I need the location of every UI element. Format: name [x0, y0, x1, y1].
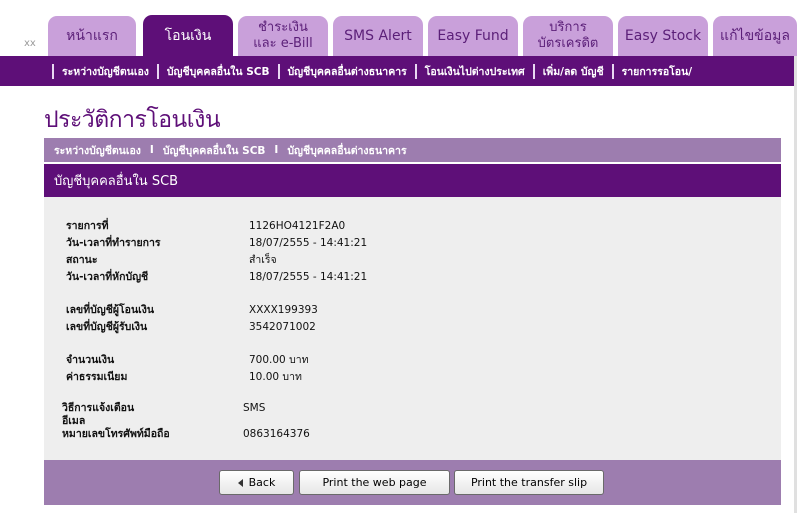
txn-datetime-label: วัน-เวลาที่ทำรายการ	[66, 237, 161, 249]
breadcrumb-own-accounts[interactable]: ระหว่างบัญชีตนเอง	[54, 142, 141, 159]
subnav-own-accounts[interactable]: ระหว่างบัญชีตนเอง	[54, 63, 157, 80]
amount-value: 700.00	[249, 354, 286, 366]
print-page-button[interactable]: Print the web page	[299, 470, 450, 495]
section-title: บัญชีบุคคลอื่นใน SCB	[44, 164, 781, 197]
tab-transfer[interactable]: โอนเงิน	[143, 15, 233, 57]
fee-unit: บาท	[282, 371, 302, 383]
phone-value: 0863164376	[243, 428, 310, 440]
back-button-label: Back	[248, 476, 276, 489]
from-account-label: เลขที่บัญชีผู้โอนเงิน	[66, 304, 155, 316]
breadcrumb-separator: I	[149, 144, 154, 156]
corner-label: xx	[24, 38, 36, 49]
tab-credit-card[interactable]: บริการ บัตรเครดิต	[523, 16, 613, 56]
action-bar: Back Print the web page Print the transf…	[44, 460, 781, 505]
subnav-other-scb[interactable]: บัญชีบุคคลอื่นใน SCB	[159, 63, 278, 80]
breadcrumb-other-scb[interactable]: บัญชีบุคคลอื่นใน SCB	[163, 142, 266, 159]
tab-sms-alert[interactable]: SMS Alert	[333, 16, 423, 56]
breadcrumb: ระหว่างบัญชีตนเอง I บัญชีบุคคลอื่นใน SCB…	[44, 138, 781, 162]
tab-credit-card-line1: บริการ	[549, 20, 587, 35]
back-arrow-icon	[237, 478, 243, 487]
back-button[interactable]: Back	[219, 470, 294, 495]
txn-id-value: 1126HO4121F2A0	[249, 220, 346, 232]
tab-home-label: หน้าแรก	[66, 28, 118, 44]
tab-payment-ebill-label: ชำระเงิน และ e-Bill	[253, 20, 312, 52]
page-title: ประวัติการโอนเงิน	[44, 107, 221, 133]
debit-datetime-label: วัน-เวลาที่หักบัญชี	[66, 271, 149, 283]
tab-payment-ebill-line2: และ e-Bill	[253, 36, 313, 51]
phone-label: หมายเลขโทรศัพท์มือถือ	[62, 428, 170, 440]
status-value: สำเร็จ	[249, 254, 277, 266]
print-slip-button[interactable]: Print the transfer slip	[454, 470, 604, 495]
to-account-label: เลขที่บัญชีผู้รับเงิน	[66, 321, 148, 333]
tab-easy-fund-label: Easy Fund	[437, 28, 509, 44]
tab-edit-profile-label: แก้ไขข้อมูล	[720, 28, 790, 44]
tab-payment-ebill[interactable]: ชำระเงิน และ e-Bill	[238, 16, 328, 56]
transfer-details-panel: รายการที่ 1126HO4121F2A0 วัน-เวลาที่ทำรา…	[44, 197, 781, 460]
notify-method-value: SMS	[243, 402, 266, 414]
txn-id-label: รายการที่	[66, 220, 109, 232]
print-page-button-label: Print the web page	[322, 476, 427, 489]
fee-value: 10.00	[249, 371, 280, 383]
from-account-value: XXXX199393	[249, 304, 318, 316]
tab-easy-stock-label: Easy Stock	[624, 28, 702, 44]
status-label: สถานะ	[66, 254, 98, 266]
tab-sms-alert-label: SMS Alert	[344, 28, 412, 44]
subnav-add-remove-account[interactable]: เพิ่ม/ลด บัญชี	[535, 63, 612, 80]
amount-field: 700.00 บาท	[249, 353, 309, 367]
tab-credit-card-line2: บัตรเครดิต	[537, 36, 599, 51]
breadcrumb-separator: I	[274, 144, 279, 156]
notify-method-label: วิธีการแจ้งเตือน	[62, 402, 135, 414]
amount-label: จำนวนเงิน	[66, 354, 115, 366]
tab-easy-fund[interactable]: Easy Fund	[428, 16, 518, 56]
tab-credit-card-label: บริการ บัตรเครดิต	[538, 20, 599, 52]
fee-field: 10.00 บาท	[249, 370, 302, 384]
subnav-international[interactable]: โอนเงินไปต่างประเทศ	[417, 63, 533, 80]
tab-easy-stock[interactable]: Easy Stock	[618, 16, 708, 56]
email-label: อีเมล	[62, 415, 86, 427]
subnav-pending[interactable]: รายการรอโอน/	[614, 63, 701, 80]
amount-unit: บาท	[289, 354, 309, 366]
tab-home[interactable]: หน้าแรก	[48, 16, 136, 56]
tab-payment-ebill-line1: ชำระเงิน	[258, 20, 308, 35]
fee-label: ค่าธรรมเนียม	[66, 371, 128, 383]
to-account-value: 3542071002	[249, 321, 316, 333]
print-slip-button-label: Print the transfer slip	[470, 476, 588, 489]
debit-datetime-value: 18/07/2555 - 14:41:21	[249, 271, 368, 283]
main-tab-bar: xx หน้าแรก โอนเงิน ชำระเงิน และ e-Bill S…	[0, 0, 797, 57]
tab-transfer-label: โอนเงิน	[164, 28, 212, 44]
breadcrumb-other-bank[interactable]: บัญชีบุคคลอื่นต่างธนาคาร	[287, 142, 406, 159]
subnav-other-bank[interactable]: บัญชีบุคคลอื่นต่างธนาคาร	[280, 63, 415, 80]
sub-nav: ระหว่างบัญชีตนเอง บัญชีบุคคลอื่นใน SCB บ…	[0, 56, 797, 86]
txn-datetime-value: 18/07/2555 - 14:41:21	[249, 237, 368, 249]
tab-edit-profile[interactable]: แก้ไขข้อมูล	[713, 16, 797, 56]
